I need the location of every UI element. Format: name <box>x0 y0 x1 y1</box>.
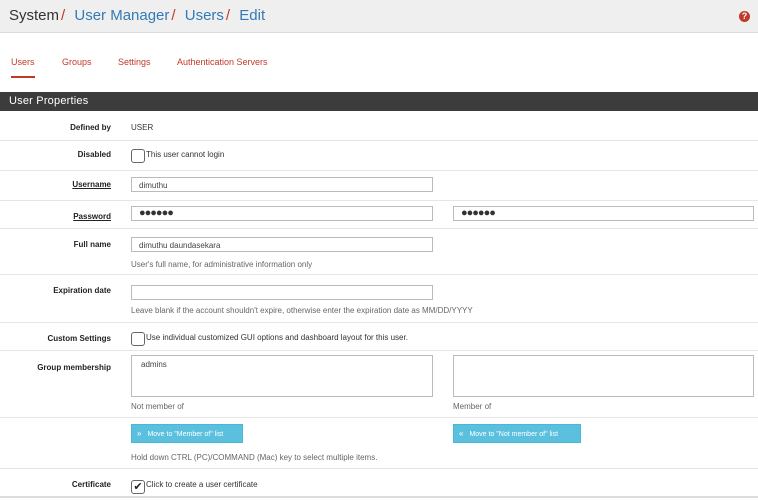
full-name-hint: User's full name, for administrative inf… <box>131 260 313 269</box>
move-to-member-button[interactable]: » Move to "Member of" list <box>131 424 243 443</box>
disabled-checkbox-label: This user cannot login <box>146 150 225 159</box>
password-confirm-input[interactable]: ●●●●●● <box>453 206 754 221</box>
expiration-date-hint: Leave blank if the account shouldn't exp… <box>131 306 473 315</box>
double-chevron-right-icon: » <box>137 429 142 438</box>
tab-settings[interactable]: Settings <box>118 57 151 67</box>
double-chevron-left-icon: « <box>459 429 464 438</box>
panel-title: User Properties <box>9 95 89 107</box>
group-option-admins[interactable]: admins <box>141 360 167 369</box>
certificate-label: Certificate <box>71 480 111 489</box>
breadcrumb-edit[interactable]: Edit <box>239 7 265 24</box>
custom-settings-label: Custom Settings <box>47 334 111 343</box>
member-of-list[interactable] <box>453 355 754 397</box>
breadcrumb-separator: / <box>171 7 176 24</box>
row-certificate: Certificate ✔ Click to create a user cer… <box>0 469 758 498</box>
full-name-label: Full name <box>73 240 111 249</box>
password-label: Password <box>73 212 111 221</box>
custom-settings-checkbox[interactable] <box>131 332 145 346</box>
breadcrumb-system: System <box>9 7 60 24</box>
expiration-date-label: Expiration date <box>53 286 111 295</box>
multi-select-hint: Hold down CTRL (PC)/COMMAND (Mac) key to… <box>131 453 378 462</box>
row-defined-by: Defined by USER <box>0 111 758 141</box>
row-group-membership: Group membership admins Not member of Me… <box>0 351 758 418</box>
panel-header: User Properties <box>0 92 758 111</box>
row-full-name: Full name dimuthu daundasekara User's fu… <box>0 229 758 275</box>
defined-by-label: Defined by <box>70 123 111 132</box>
custom-settings-checkbox-label: Use individual customized GUI options an… <box>146 333 408 342</box>
certificate-checkbox[interactable]: ✔ <box>131 480 145 494</box>
not-member-of-caption: Not member of <box>131 402 184 411</box>
row-username: Username dimuthu <box>0 171 758 201</box>
password-input[interactable]: ●●●●●● <box>131 206 433 221</box>
help-icon[interactable]: ? <box>739 11 750 22</box>
row-disabled: Disabled This user cannot login <box>0 141 758 171</box>
top-bar: System / User Manager / Users / Edit ? <box>0 0 758 33</box>
not-member-of-list[interactable]: admins <box>131 355 433 397</box>
tab-groups[interactable]: Groups <box>62 57 92 67</box>
certificate-checkbox-label: Click to create a user certificate <box>146 480 258 489</box>
expiration-date-input[interactable] <box>131 285 433 300</box>
member-of-caption: Member of <box>453 402 492 411</box>
username-label: Username <box>72 180 111 189</box>
username-input[interactable]: dimuthu <box>131 177 433 192</box>
tab-bar: Users Groups Settings Authentication Ser… <box>0 44 758 80</box>
move-to-not-member-button-label: Move to "Not member of" list <box>469 431 559 438</box>
check-mark-icon: ✔ <box>133 481 143 493</box>
defined-by-value: USER <box>131 123 154 132</box>
move-to-not-member-button[interactable]: « Move to "Not member of" list <box>453 424 581 443</box>
breadcrumb-separator: / <box>61 7 66 24</box>
full-name-input[interactable]: dimuthu daundasekara <box>131 237 433 252</box>
breadcrumb-users[interactable]: Users <box>185 7 224 24</box>
tab-authentication-servers[interactable]: Authentication Servers <box>177 57 268 67</box>
breadcrumb: System / User Manager / Users / Edit <box>9 7 265 24</box>
row-password: Password ●●●●●● ●●●●●● <box>0 201 758 229</box>
breadcrumb-separator: / <box>225 7 231 24</box>
breadcrumb-user-manager[interactable]: User Manager <box>74 7 169 24</box>
row-expiration-date: Expiration date Leave blank if the accou… <box>0 275 758 323</box>
tab-users[interactable]: Users <box>11 57 35 78</box>
disabled-checkbox[interactable] <box>131 149 145 163</box>
disabled-label: Disabled <box>77 150 111 159</box>
group-membership-label: Group membership <box>37 363 111 372</box>
move-to-member-button-label: Move to "Member of" list <box>147 431 224 438</box>
row-custom-settings: Custom Settings Use individual customize… <box>0 323 758 351</box>
row-group-move-buttons: » Move to "Member of" list « Move to "Not … <box>0 418 758 469</box>
